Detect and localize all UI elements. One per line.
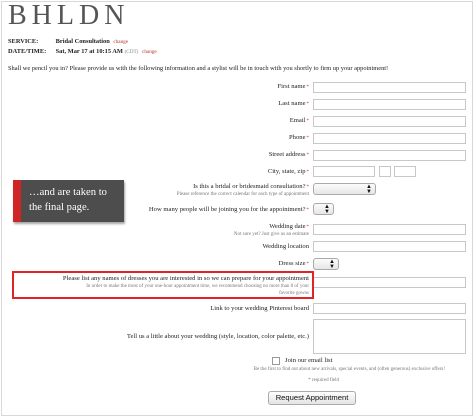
select-arrows-icon: ▲ ▼ — [366, 184, 372, 195]
wedding-date-text: Wedding date — [269, 223, 306, 230]
email-text: Email — [289, 117, 306, 124]
select-arrows-icon: ▲ ▼ — [324, 204, 330, 215]
required-marker: * — [306, 136, 310, 141]
dresses-highlight-box — [12, 271, 314, 299]
email-list-label: Join our email list — [285, 357, 333, 364]
wedding-date-hint: Not sure yet? Just give us an estimate — [233, 232, 309, 237]
change-service-link[interactable]: change — [113, 39, 128, 45]
city-state-zip-label: City, state, zip* — [268, 168, 309, 175]
timezone-label: (CDT) — [124, 49, 139, 55]
party-size-text: How many people will be joining you for … — [148, 206, 306, 213]
first-name-text: First name — [277, 83, 306, 90]
pinterest-input[interactable] — [313, 303, 466, 314]
consultation-type-hint: Please reference the correct calendar fo… — [176, 192, 309, 197]
tell-us-textarea[interactable] — [313, 319, 466, 354]
service-line: SERVICE: Bridal Consultation change — [8, 38, 128, 45]
email-list-hint: Be the first to find out about new arriv… — [253, 367, 445, 372]
consultation-type-select[interactable]: ▲ ▼ — [313, 183, 376, 195]
first-name-input[interactable] — [313, 82, 466, 93]
datetime-line: DATE/TIME: Sat, Mar 17 at 10:15 AM (CDT)… — [8, 48, 157, 55]
intro-text: Shall we pencil you in? Please provide u… — [8, 65, 389, 72]
service-label: SERVICE: — [8, 38, 39, 45]
wedding-location-label: Wedding location — [262, 243, 309, 250]
party-size-label: How many people will be joining you for … — [149, 206, 309, 213]
final-page-banner: …and are taken to the final page. — [13, 180, 124, 222]
consultation-type-label: Is this a bridal or bridesmaid consultat… — [193, 183, 309, 190]
email-label: Email* — [290, 117, 309, 124]
city-input[interactable] — [313, 166, 375, 177]
required-marker: * — [306, 208, 310, 213]
dress-size-label: Dress size* — [279, 260, 309, 267]
email-list-checkbox[interactable] — [272, 357, 280, 365]
dresses-input[interactable] — [313, 277, 466, 288]
wedding-date-input[interactable] — [313, 224, 466, 235]
required-marker: * — [306, 225, 310, 230]
phone-label: Phone* — [289, 134, 309, 141]
last-name-label: Last name* — [278, 100, 309, 107]
state-input[interactable] — [379, 166, 391, 177]
zip-input[interactable] — [394, 166, 416, 177]
required-marker: * — [306, 170, 310, 175]
street-address-text: Street address — [268, 151, 306, 158]
select-arrows-icon: ▲ ▼ — [329, 259, 335, 270]
banner-text: …and are taken to the final page. — [29, 187, 107, 213]
required-marker: * — [306, 85, 310, 90]
required-marker: * — [306, 153, 310, 158]
bhldn-logo: BHLDN — [8, 0, 130, 31]
last-name-text: Last name — [278, 100, 306, 107]
banner-accent-bar — [13, 180, 21, 222]
dress-size-text: Dress size — [278, 260, 306, 267]
required-marker: * — [306, 185, 310, 190]
required-marker: * — [306, 102, 310, 107]
change-datetime-link[interactable]: change — [142, 49, 157, 55]
city-state-zip-text: City, state, zip — [267, 168, 306, 175]
pinterest-label: Link to your wedding Pinterest board — [210, 305, 309, 312]
phone-text: Phone — [289, 134, 306, 141]
dress-size-select[interactable]: ▲ ▼ — [313, 258, 339, 270]
required-marker: * — [306, 119, 310, 124]
datetime-label: DATE/TIME: — [8, 48, 47, 55]
required-marker: * — [306, 262, 310, 267]
street-address-input[interactable] — [313, 150, 466, 161]
email-input[interactable] — [313, 116, 466, 127]
service-value: Bridal Consultation — [55, 38, 110, 45]
wedding-location-input[interactable] — [313, 241, 466, 252]
request-appointment-button[interactable]: Request Appointment — [268, 391, 356, 405]
phone-input[interactable] — [313, 133, 466, 144]
last-name-input[interactable] — [313, 99, 466, 110]
wedding-date-label: Wedding date* — [269, 223, 309, 230]
consultation-type-text: Is this a bridal or bridesmaid consultat… — [193, 183, 306, 190]
party-size-select[interactable]: ▲ ▼ — [313, 203, 334, 215]
first-name-label: First name* — [277, 83, 309, 90]
required-field-note: * required field — [308, 378, 339, 383]
datetime-value: Sat, Mar 17 at 10:15 AM — [55, 48, 123, 55]
booking-page: BHLDN SERVICE: Bridal Consultation chang… — [0, 0, 474, 417]
tell-us-label: Tell us a little about your wedding (sty… — [126, 333, 309, 340]
street-address-label: Street address* — [269, 151, 309, 158]
